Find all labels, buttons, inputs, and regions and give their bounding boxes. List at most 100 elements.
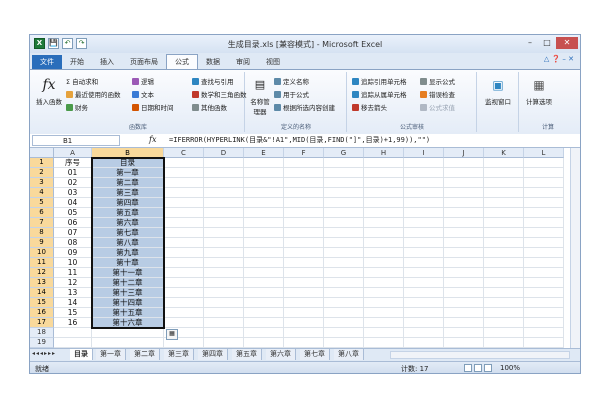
cell[interactable] [284, 178, 324, 188]
cell[interactable]: 16 [54, 318, 92, 328]
column-header[interactable]: B [92, 148, 164, 158]
cell[interactable] [484, 168, 524, 178]
lookup-button[interactable]: 查找与引用 [192, 76, 234, 86]
cell[interactable]: 06 [54, 218, 92, 228]
cell[interactable] [484, 238, 524, 248]
cell[interactable] [404, 218, 444, 228]
cell[interactable] [284, 198, 324, 208]
row-header[interactable]: 16 [30, 308, 54, 318]
cell[interactable] [444, 278, 484, 288]
cell[interactable]: 02 [54, 178, 92, 188]
cell[interactable] [204, 278, 244, 288]
cell[interactable] [444, 158, 484, 168]
cell[interactable]: 11 [54, 268, 92, 278]
cell[interactable] [244, 188, 284, 198]
cell[interactable] [164, 278, 204, 288]
cell[interactable] [444, 198, 484, 208]
cell[interactable] [244, 288, 284, 298]
cell[interactable] [524, 188, 564, 198]
cell[interactable] [484, 188, 524, 198]
create-from-selection-button[interactable]: 根据所选内容创建 [274, 102, 335, 112]
cell[interactable] [204, 168, 244, 178]
cell[interactable] [524, 228, 564, 238]
cell[interactable] [284, 328, 324, 338]
cell[interactable] [324, 178, 364, 188]
cell[interactable]: 第十五章 [92, 308, 164, 318]
cell[interactable] [364, 308, 404, 318]
cell[interactable]: 08 [54, 238, 92, 248]
cell[interactable] [524, 308, 564, 318]
cell[interactable] [204, 188, 244, 198]
cell[interactable]: 10 [54, 258, 92, 268]
cell[interactable] [204, 308, 244, 318]
row-header[interactable]: 14 [30, 288, 54, 298]
error-check-button[interactable]: 错误检查 [420, 89, 455, 99]
cell[interactable] [364, 278, 404, 288]
cell[interactable]: 第八章 [92, 238, 164, 248]
cell[interactable] [524, 208, 564, 218]
row-header[interactable]: 12 [30, 268, 54, 278]
cell[interactable] [484, 288, 524, 298]
text-button[interactable]: 文本 [132, 89, 154, 99]
column-header[interactable]: C [164, 148, 204, 158]
sheet-tab[interactable]: 第七章 [300, 349, 330, 360]
cell[interactable] [164, 218, 204, 228]
cell[interactable] [444, 288, 484, 298]
cell[interactable] [244, 278, 284, 288]
cell[interactable] [284, 218, 324, 228]
cell[interactable] [164, 188, 204, 198]
row-header[interactable]: 2 [30, 168, 54, 178]
calc-options-button[interactable]: ▦ 计算选项 [522, 76, 556, 106]
cell[interactable]: 第六章 [92, 218, 164, 228]
cell[interactable] [324, 328, 364, 338]
cell[interactable]: 07 [54, 228, 92, 238]
cell[interactable] [164, 308, 204, 318]
tab-home[interactable]: 开始 [62, 55, 92, 69]
cell[interactable] [324, 288, 364, 298]
cell[interactable] [524, 278, 564, 288]
cell[interactable] [164, 198, 204, 208]
cell[interactable] [164, 268, 204, 278]
cell[interactable] [244, 238, 284, 248]
row-header[interactable]: 10 [30, 248, 54, 258]
cell[interactable] [444, 338, 484, 348]
remove-arrows-button[interactable]: 移去箭头 [352, 102, 387, 112]
cell[interactable] [324, 168, 364, 178]
datetime-button[interactable]: 日期和时间 [132, 102, 174, 112]
cell[interactable] [284, 158, 324, 168]
cell[interactable] [284, 278, 324, 288]
cell[interactable] [524, 198, 564, 208]
row-header[interactable]: 9 [30, 238, 54, 248]
cell[interactable] [364, 298, 404, 308]
cell[interactable] [164, 318, 204, 328]
column-header[interactable]: K [484, 148, 524, 158]
cell[interactable] [284, 188, 324, 198]
cell[interactable] [164, 288, 204, 298]
cell[interactable] [244, 298, 284, 308]
cell[interactable] [404, 208, 444, 218]
cell[interactable] [404, 198, 444, 208]
more-functions-button[interactable]: 其他函数 [192, 102, 227, 112]
cell[interactable] [164, 178, 204, 188]
cell[interactable] [204, 178, 244, 188]
name-manager-button[interactable]: ▤ 名称管理器 [248, 76, 272, 116]
trace-precedents-button[interactable]: 追踪引用单元格 [352, 76, 407, 86]
cell[interactable]: 15 [54, 308, 92, 318]
cell[interactable] [444, 298, 484, 308]
cell[interactable] [284, 248, 324, 258]
cell[interactable]: 第十章 [92, 258, 164, 268]
sheet-tab[interactable]: 第四章 [198, 349, 228, 360]
cell[interactable] [484, 328, 524, 338]
page-layout-view-button[interactable] [474, 364, 482, 372]
cell[interactable] [164, 238, 204, 248]
cell[interactable] [364, 218, 404, 228]
cell[interactable] [284, 168, 324, 178]
cell[interactable] [284, 268, 324, 278]
cell[interactable] [484, 268, 524, 278]
autosum-button[interactable]: Σ 自动求和 [66, 76, 98, 86]
cell[interactable] [404, 248, 444, 258]
cell[interactable] [54, 338, 92, 348]
cell[interactable] [244, 318, 284, 328]
cell[interactable]: 14 [54, 298, 92, 308]
cell[interactable] [364, 238, 404, 248]
